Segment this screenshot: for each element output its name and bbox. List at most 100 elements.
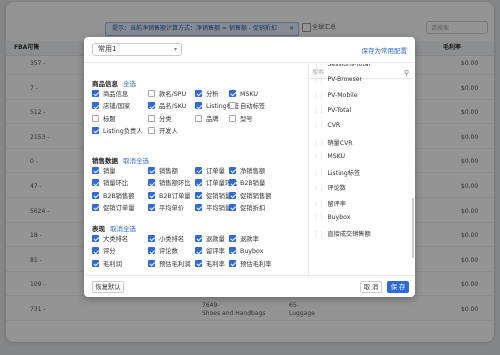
unchecked-box-icon[interactable] — [148, 114, 155, 122]
field-checkbox[interactable]: 店铺/国家 — [92, 102, 130, 111]
field-checkbox[interactable]: 促销销量 — [195, 191, 231, 201]
field-checkbox[interactable]: 评论数 — [148, 247, 178, 256]
save-as-preset-link[interactable]: 保存为常用配置 — [362, 45, 408, 55]
drag-handle-icon[interactable]: ⋮⋮ — [313, 140, 324, 147]
checked-box-icon[interactable] — [195, 235, 202, 242]
field-checkbox[interactable]: 自动标签 — [229, 102, 265, 111]
section-select-all-link[interactable]: 取消全选 — [123, 157, 149, 165]
checked-box-icon[interactable] — [229, 179, 236, 187]
field-checkbox[interactable]: 商品信息 — [92, 90, 128, 99]
field-checkbox[interactable]: 开发人 — [148, 127, 178, 136]
checked-box-icon[interactable] — [92, 90, 99, 97]
checked-box-icon[interactable] — [92, 191, 99, 199]
drag-handle-icon[interactable]: ⋮⋮ — [313, 64, 324, 68]
drag-handle-icon[interactable]: ⋮⋮ — [313, 107, 324, 114]
preset-select[interactable]: 常用1 ▾ — [92, 43, 182, 56]
field-checkbox[interactable]: B2B销售额 — [92, 191, 135, 201]
selected-field-item[interactable]: ⋮⋮ 直接成交销售额 — [313, 229, 371, 238]
checked-box-icon[interactable] — [92, 204, 99, 212]
drag-handle-icon[interactable]: ⋮⋮ — [313, 92, 324, 99]
checked-box-icon[interactable] — [92, 102, 99, 110]
unchecked-box-icon[interactable] — [148, 90, 155, 97]
selected-field-item[interactable]: ⋮⋮ Buybox — [313, 214, 350, 221]
save-button[interactable]: 保 存 — [387, 281, 409, 293]
checked-box-icon[interactable] — [148, 167, 155, 174]
checked-box-icon[interactable] — [148, 247, 155, 255]
field-checkbox[interactable]: Buybox — [229, 247, 263, 256]
reset-default-button[interactable]: 恢复默认 — [92, 281, 124, 293]
checked-box-icon[interactable] — [229, 191, 236, 199]
checked-box-icon[interactable] — [229, 167, 236, 174]
unchecked-box-icon[interactable] — [229, 114, 236, 122]
field-checkbox[interactable]: 促销订单量 — [92, 204, 134, 213]
drag-handle-icon[interactable]: ⋮⋮ — [313, 76, 324, 83]
field-checkbox[interactable]: 销售额环比 — [148, 179, 190, 188]
field-checkbox[interactable]: 平均销量 — [195, 204, 231, 213]
scrollbar[interactable] — [412, 198, 414, 258]
checked-box-icon[interactable] — [195, 90, 202, 97]
selected-field-item[interactable]: ⋮⋮ PV-Total — [313, 107, 351, 114]
selected-field-item[interactable]: ⋮⋮ Listing标签 — [313, 168, 360, 177]
field-checkbox[interactable]: 净销售额 — [229, 167, 265, 176]
selected-field-item[interactable]: ⋮⋮ 评论数 — [313, 183, 346, 192]
field-checkbox[interactable]: 毛利润 — [92, 259, 122, 269]
selected-field-item[interactable]: ⋮⋮ 留评率 — [313, 199, 346, 208]
section-select-all-link[interactable]: 全选 — [123, 80, 136, 88]
cancel-button[interactable]: 取 消 — [360, 281, 382, 293]
drag-handle-icon[interactable]: ⋮⋮ — [313, 122, 324, 129]
field-checkbox[interactable]: 促销折扣 — [229, 204, 265, 213]
field-checkbox[interactable]: 退款量 — [195, 235, 225, 244]
field-checkbox[interactable]: 订单量 — [195, 167, 225, 176]
unchecked-box-icon[interactable] — [229, 102, 236, 110]
unchecked-box-icon[interactable] — [195, 114, 202, 122]
field-checkbox[interactable]: 销量环比 — [92, 179, 128, 188]
field-checkbox[interactable]: 大类排名 — [92, 235, 128, 244]
field-checkbox[interactable]: B2B销量 — [229, 179, 265, 188]
drag-handle-icon[interactable]: ⋮⋮ — [313, 153, 324, 160]
selected-field-item[interactable]: ⋮⋮ 销量CVR — [313, 138, 353, 147]
checked-box-icon[interactable] — [92, 235, 99, 242]
field-checkbox[interactable]: 平均单价 — [148, 204, 184, 213]
checked-box-icon[interactable] — [195, 102, 202, 110]
section-select-all-link[interactable]: 取消全选 — [110, 225, 136, 233]
field-checkbox[interactable]: 款名/SPU — [148, 90, 186, 99]
field-checkbox[interactable]: 小类排名 — [148, 235, 184, 244]
drag-handle-icon[interactable]: ⋮⋮ — [313, 201, 324, 208]
checked-box-icon[interactable] — [195, 247, 202, 255]
checked-box-icon[interactable] — [148, 102, 155, 110]
field-checkbox[interactable]: 退款率 — [229, 235, 259, 244]
field-checkbox[interactable]: 毛利率 — [195, 259, 225, 269]
drag-handle-icon[interactable]: ⋮⋮ — [313, 170, 324, 177]
checked-box-icon[interactable] — [229, 247, 236, 255]
field-checkbox[interactable]: 型号 — [229, 114, 253, 124]
selected-field-item[interactable]: ⋮⋮ CVR — [313, 122, 340, 129]
field-checkbox[interactable]: 预估毛利率 — [229, 259, 271, 269]
field-checkbox[interactable]: 评分 — [92, 247, 116, 256]
checked-box-icon[interactable] — [195, 167, 202, 174]
field-checkbox[interactable]: Listing负责人 — [92, 127, 143, 136]
unchecked-box-icon[interactable] — [148, 127, 155, 135]
checked-box-icon[interactable] — [148, 204, 155, 212]
selected-field-item[interactable]: ⋮⋮ Sessions-Total — [313, 64, 370, 68]
checked-box-icon[interactable] — [229, 235, 236, 242]
checked-box-icon[interactable] — [195, 191, 202, 199]
field-checkbox[interactable]: 预估毛利润 — [148, 259, 190, 269]
selected-field-item[interactable]: ⋮⋮ MSKU — [313, 153, 345, 160]
checked-box-icon[interactable] — [148, 259, 155, 267]
field-checkbox[interactable]: 分析 — [195, 90, 219, 99]
checked-box-icon[interactable] — [195, 179, 202, 187]
search-icon[interactable]: ⚲ — [404, 67, 409, 79]
checked-box-icon[interactable] — [229, 204, 236, 212]
drag-handle-icon[interactable]: ⋮⋮ — [313, 214, 324, 221]
field-checkbox[interactable]: 促销销售额 — [229, 191, 271, 201]
field-checkbox[interactable]: 品名/SKU — [148, 102, 186, 111]
selected-field-item[interactable]: ⋮⋮ PV-Browser — [313, 76, 362, 83]
field-checkbox[interactable]: 留评率 — [195, 247, 225, 256]
selected-field-item[interactable]: ⋮⋮ PV-Mobile — [313, 92, 358, 99]
checked-box-icon[interactable] — [195, 259, 202, 267]
checked-box-icon[interactable] — [148, 179, 155, 187]
checked-box-icon[interactable] — [92, 259, 99, 267]
unchecked-box-icon[interactable] — [92, 114, 99, 122]
checked-box-icon[interactable] — [92, 167, 99, 174]
checked-box-icon[interactable] — [92, 127, 99, 135]
